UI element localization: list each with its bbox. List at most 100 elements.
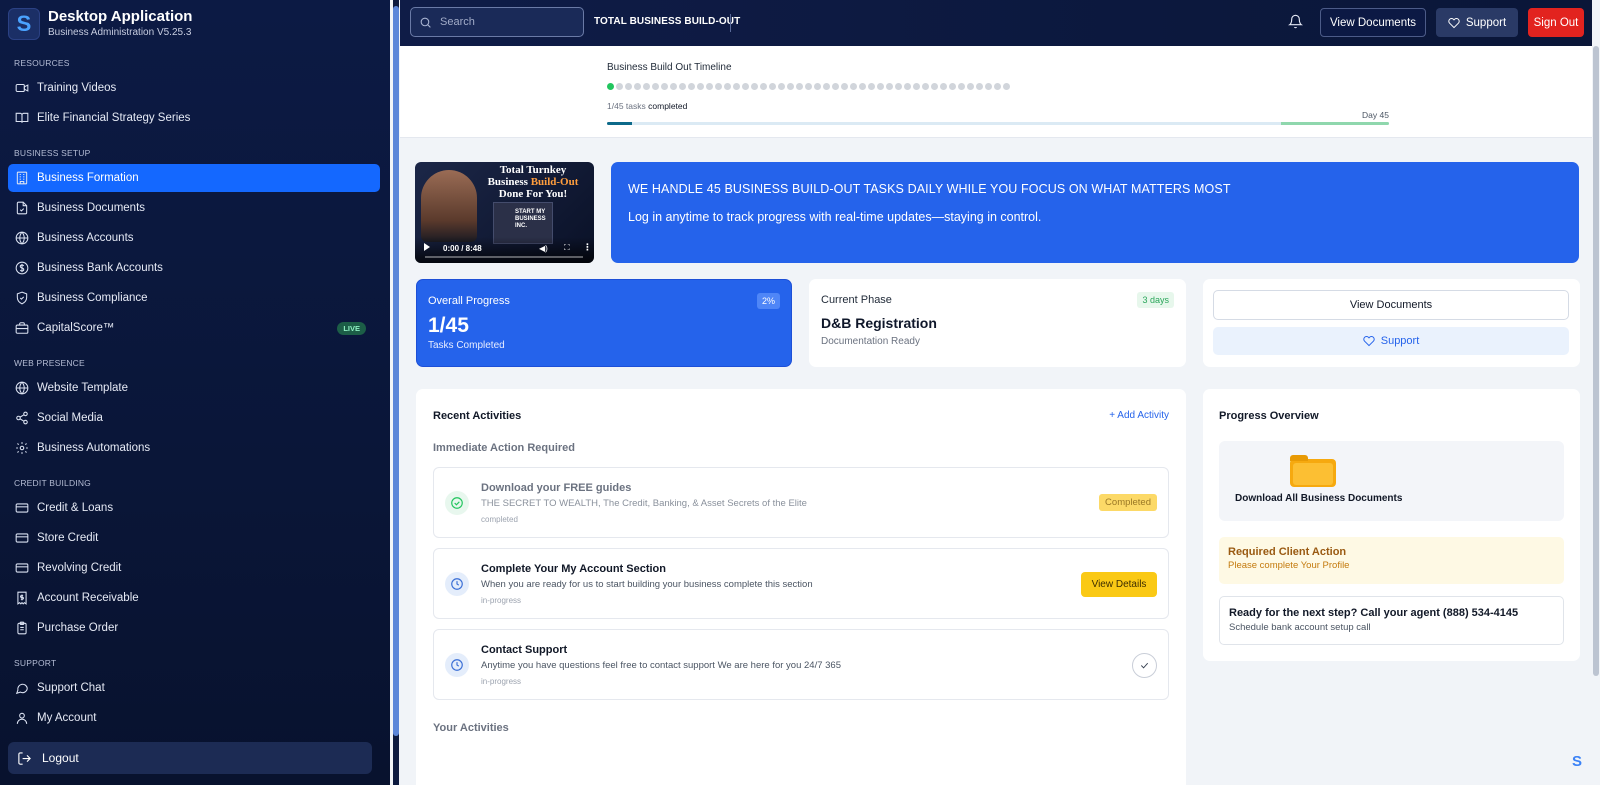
quick-actions-card: View Documents Support (1203, 279, 1580, 367)
timeline-dot (760, 83, 767, 90)
timeline-dot (634, 83, 641, 90)
sidebar-item-business-automations[interactable]: Business Automations (8, 434, 380, 462)
required-client-action[interactable]: Required Client Action Please complete Y… (1219, 537, 1564, 584)
next-step-title: Ready for the next step? Call your agent… (1229, 607, 1519, 619)
video-title-line2b: Build-Out (530, 176, 579, 188)
sidebar-item-training-videos[interactable]: Training Videos (8, 74, 380, 102)
view-documents-button[interactable]: View Documents (1320, 8, 1426, 37)
volume-icon[interactable]: ◀) (539, 244, 548, 253)
title-divider (730, 14, 731, 32)
sidebar-item-label: Store Credit (37, 532, 99, 544)
more-options-icon[interactable]: ⋮ (583, 242, 592, 253)
sidebar-item-store-credit[interactable]: Store Credit (8, 524, 380, 552)
sidebar-item-business-documents[interactable]: Business Documents (8, 194, 380, 222)
timeline-dot (670, 83, 677, 90)
timeline-progress-bar (607, 122, 1389, 125)
timeline-count: 1/45 tasks completed (607, 101, 687, 111)
sidebar-item-business-accounts[interactable]: Business Accounts (8, 224, 380, 252)
main-scrollbar-thumb[interactable] (1593, 46, 1599, 676)
timeline-dot (877, 83, 884, 90)
video-icon (15, 81, 29, 95)
card-view-documents-button[interactable]: View Documents (1213, 290, 1569, 320)
check-icon (1140, 662, 1149, 669)
timeline-dot (967, 83, 974, 90)
support-button[interactable]: Support (1436, 8, 1518, 37)
sidebar-item-account-receivable[interactable]: Account Receivable (8, 584, 380, 612)
timeline-dot (796, 83, 803, 90)
sidebar-item-label: Social Media (37, 412, 103, 424)
app-brand[interactable]: S Desktop Application Business Administr… (8, 6, 192, 42)
sign-out-button[interactable]: Sign Out (1528, 8, 1584, 37)
timeline-dot (643, 83, 650, 90)
activity-item[interactable]: Download your FREE guides THE SECRET TO … (433, 467, 1169, 538)
timeline-dot (931, 83, 938, 90)
recent-activities-panel: Recent Activities + Add Activity Immedia… (416, 389, 1186, 785)
timeline-dot (751, 83, 758, 90)
sidebar-item-support-chat[interactable]: Support Chat (8, 674, 380, 702)
sidebar-item-label: Elite Financial Strategy Series (37, 112, 191, 124)
timeline-count-status: completed (648, 101, 688, 111)
sidebar-item-website-template[interactable]: Website Template (8, 374, 380, 402)
sidebar-item-credit-loans[interactable]: Credit & Loans (8, 494, 380, 522)
page-title: TOTAL BUSINESS BUILD-OUT (594, 16, 741, 27)
video-title-line1: Total Turnkey (499, 164, 567, 176)
activity-item[interactable]: Contact Support Anytime you have questio… (433, 629, 1169, 700)
timeline-dot (616, 83, 623, 90)
timeline-dot (823, 83, 830, 90)
search-box[interactable] (410, 7, 584, 37)
sidebar-item-label: Account Receivable (37, 592, 139, 604)
sidebar-item-purchase-order[interactable]: Purchase Order (8, 614, 380, 642)
sidebar-scrollbar[interactable] (393, 0, 399, 785)
fullscreen-icon[interactable]: ⛶ (564, 243, 570, 253)
current-phase-value: D&B Registration (821, 315, 937, 331)
video-presenter (421, 170, 477, 242)
sidebar-scrollbar-thumb[interactable] (393, 6, 399, 736)
sidebar-item-business-compliance[interactable]: Business Compliance (8, 284, 380, 312)
add-activity-link[interactable]: + Add Activity (1109, 410, 1169, 421)
timeline-dot (976, 83, 983, 90)
building-icon (15, 171, 29, 185)
build-out-timeline: Business Build Out Timeline 1/45 tasks c… (400, 46, 1592, 138)
download-documents-tile[interactable]: Download All Business Documents (1219, 441, 1564, 521)
video-seek-bar[interactable] (425, 256, 583, 258)
sidebar-item-capitalscore[interactable]: CapitalScore™ LIVE (8, 314, 380, 342)
timeline-dot (922, 83, 929, 90)
sidebar-item-social-media[interactable]: Social Media (8, 404, 380, 432)
video-title: Total Turnkey Business Build-Out Done Fo… (475, 164, 591, 200)
view-details-button[interactable]: View Details (1081, 572, 1157, 597)
receipt-icon (15, 591, 29, 605)
timeline-dot (841, 83, 848, 90)
sidebar-item-business-formation[interactable]: Business Formation (8, 164, 380, 192)
card-support-button[interactable]: Support (1213, 327, 1569, 355)
briefcase-icon (15, 321, 29, 335)
logout-button[interactable]: Logout (8, 742, 372, 774)
intro-video-player[interactable]: Total Turnkey Business Build-Out Done Fo… (415, 162, 594, 263)
play-icon[interactable] (424, 243, 430, 251)
timeline-dot (706, 83, 713, 90)
overall-progress-sub: Tasks Completed (428, 340, 505, 351)
sidebar-item-label: My Account (37, 712, 97, 724)
timeline-dot (868, 83, 875, 90)
download-documents-label: Download All Business Documents (1235, 493, 1403, 504)
activity-item[interactable]: Complete Your My Account Section When yo… (433, 548, 1169, 619)
bell-icon (1288, 14, 1303, 29)
sidebar-item-revolving-credit[interactable]: Revolving Credit (8, 554, 380, 582)
sidebar-item-elite-financial[interactable]: Elite Financial Strategy Series (8, 104, 380, 132)
recent-activities-title: Recent Activities (433, 410, 522, 422)
file-icon (15, 201, 29, 215)
mark-complete-button[interactable] (1132, 653, 1157, 678)
sidebar-item-label: Business Documents (37, 202, 146, 214)
main-scrollbar[interactable] (1592, 0, 1600, 785)
sidebar-item-label: Website Template (37, 382, 128, 394)
timeline-dot (778, 83, 785, 90)
search-input[interactable] (440, 16, 570, 28)
activity-title: Complete Your My Account Section (481, 563, 666, 575)
sidebar-item-my-account[interactable]: My Account (8, 704, 380, 732)
notifications-button[interactable] (1288, 14, 1303, 34)
video-time: 0:00 / 8:48 (443, 244, 482, 253)
chat-widget-logo[interactable]: S (1572, 753, 1582, 770)
next-step-card[interactable]: Ready for the next step? Call your agent… (1219, 596, 1564, 645)
sidebar-item-label: Business Bank Accounts (37, 262, 163, 274)
timeline-dot (985, 83, 992, 90)
sidebar-item-business-bank-accounts[interactable]: Business Bank Accounts (8, 254, 380, 282)
